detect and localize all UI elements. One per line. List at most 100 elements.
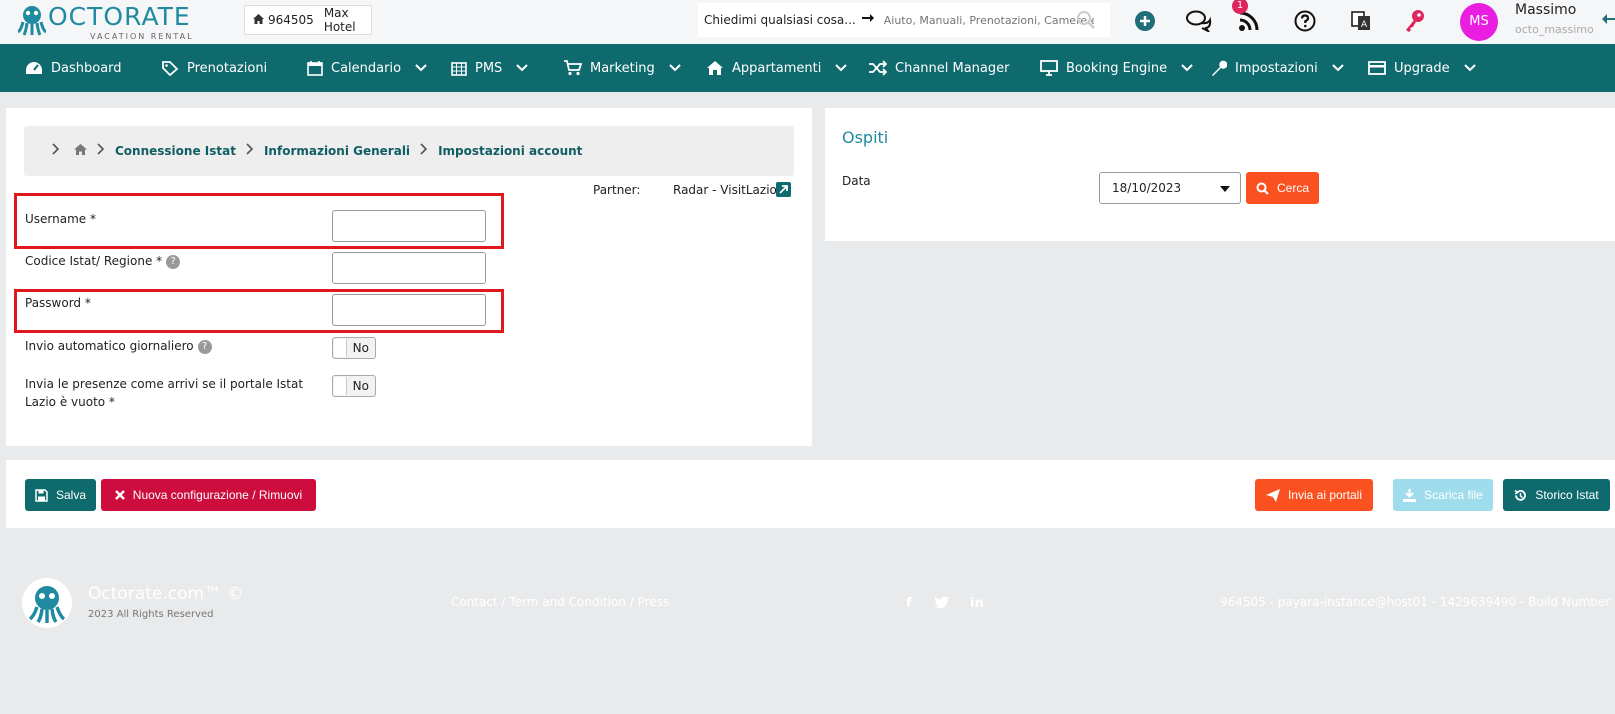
external-link-icon[interactable] [776, 182, 791, 201]
invia-presenze-toggle[interactable]: No [332, 375, 376, 397]
arrow-right-icon [861, 12, 874, 28]
footer-build-info: 964505 - payara-instance@host01 - 142963… [1220, 595, 1615, 609]
chevron-down-icon [835, 64, 848, 72]
tag-icon [162, 61, 179, 76]
send-icon [1265, 488, 1280, 502]
nuova-configurazione-label: Nuova configurazione / Rimuovi [132, 488, 303, 502]
breadcrumb-impostazioni-account[interactable]: Impostazioni account [438, 144, 582, 158]
date-select[interactable]: 18/10/2023 [1099, 172, 1241, 204]
username-label: Username * [25, 212, 96, 226]
footer-rights: 2023 All Rights Reserved [88, 609, 214, 620]
desktop-icon [1040, 60, 1058, 76]
breadcrumb: Connessione Istat Informazioni Generali … [24, 126, 794, 176]
caret-down-icon [1220, 186, 1230, 192]
nav-prenotazioni[interactable]: Prenotazioni [161, 44, 267, 92]
nav-label: Dashboard [51, 60, 122, 76]
chevron-down-icon [1181, 64, 1193, 72]
add-circle-icon[interactable] [1132, 8, 1158, 34]
cart-icon [564, 60, 582, 76]
nav-upgrade[interactable]: Upgrade [1368, 44, 1476, 92]
main-nav: Dashboard Prenotazioni Calendario PMS Ma… [0, 44, 1615, 92]
username-input[interactable] [332, 210, 486, 242]
cerca-button[interactable]: Cerca [1246, 172, 1319, 204]
question-icon[interactable]: ? [166, 254, 181, 269]
home-icon [253, 13, 264, 27]
nav-appartamenti[interactable]: Appartamenti [706, 44, 848, 92]
question-icon[interactable]: ? [197, 339, 212, 354]
facebook-icon[interactable]: f [906, 596, 912, 611]
nav-label: Impostazioni [1235, 60, 1318, 76]
key-icon[interactable] [1402, 8, 1428, 34]
chevron-down-icon [516, 64, 529, 72]
scarica-file-button[interactable]: Scarica file [1393, 479, 1493, 511]
home-icon [707, 61, 723, 75]
nav-pms[interactable]: PMS [451, 44, 529, 92]
footer-links[interactable]: Contact / Term and Condition / Press [451, 595, 669, 609]
invio-automatico-toggle[interactable]: No [332, 337, 376, 359]
partner-label: Partner: [593, 183, 641, 197]
chevron-right-icon [52, 143, 60, 159]
search-label: Chiedimi qualsiasi cosa... [704, 13, 856, 27]
octopus-logo-icon [28, 586, 66, 624]
calendar-grid-icon [451, 62, 467, 76]
salva-button[interactable]: Salva [25, 479, 96, 511]
breadcrumb-connessione-istat[interactable]: Connessione Istat [115, 144, 236, 158]
nav-label: Appartamenti [732, 60, 822, 76]
nav-channel-manager[interactable]: Channel Manager [869, 44, 1010, 92]
search-input[interactable] [883, 13, 1094, 27]
cerca-label: Cerca [1276, 181, 1309, 195]
salva-label: Salva [55, 488, 87, 502]
nav-label: Prenotazioni [187, 60, 268, 76]
scarica-file-label: Scarica file [1424, 488, 1483, 502]
logo-subtitle: VACATION RENTAL [90, 32, 194, 41]
nav-marketing[interactable]: Marketing [564, 44, 681, 92]
chevron-right-icon [97, 143, 105, 159]
storico-istat-label: Storico Istat [1535, 488, 1599, 502]
global-search: Chiedimi qualsiasi cosa... [698, 3, 1110, 37]
nav-booking-engine[interactable]: Booking Engine [1040, 44, 1193, 92]
calendar-icon [307, 61, 323, 76]
chat-icon[interactable] [1186, 8, 1212, 34]
user-name[interactable]: Massimo [1515, 2, 1576, 18]
nav-label: PMS [475, 60, 503, 76]
search-icon [1256, 182, 1269, 195]
chevron-down-icon [1332, 64, 1344, 72]
avatar[interactable]: MS [1460, 3, 1498, 41]
hotel-selector[interactable]: 964505 Max Hotel [244, 5, 372, 35]
octorate-logo[interactable]: OCTORATE VACATION RENTAL [18, 2, 198, 42]
nuova-configurazione-button[interactable]: Nuova configurazione / Rimuovi [101, 479, 316, 511]
chevron-down-icon [1463, 64, 1476, 72]
logo-text: OCTORATE [48, 2, 191, 31]
octopus-logo-icon [18, 6, 46, 36]
chevron-right-icon [420, 143, 428, 159]
linkedin-icon[interactable]: in [970, 596, 984, 611]
password-input[interactable] [332, 294, 486, 326]
chevron-right-icon [246, 143, 254, 159]
nav-impostazioni[interactable]: Impostazioni [1211, 44, 1344, 92]
shuffle-icon [869, 60, 887, 76]
breadcrumb-informazioni-generali[interactable]: Informazioni Generali [264, 144, 410, 158]
codice-istat-input[interactable] [332, 252, 486, 284]
invio-automatico-label: Invio automatico giornaliero? [25, 339, 212, 354]
nav-dashboard[interactable]: Dashboard [25, 44, 122, 92]
partner-value: Radar - VisitLazio [673, 183, 777, 197]
footer-logo [22, 578, 72, 628]
close-icon [114, 490, 125, 500]
nav-label: Upgrade [1394, 60, 1450, 76]
top-bar: OCTORATE VACATION RENTAL 964505 Max Hote… [0, 0, 1615, 44]
help-icon[interactable] [1292, 8, 1318, 34]
search-icon[interactable] [1076, 10, 1096, 34]
twitter-icon[interactable] [934, 596, 949, 612]
chevron-down-icon [669, 64, 681, 72]
user-login: octo_massimo [1515, 23, 1594, 36]
back-arrow-icon[interactable] [1602, 12, 1615, 30]
floppy-disk-icon [35, 488, 48, 502]
wrench-icon [1212, 60, 1227, 76]
breadcrumb-home-icon[interactable] [74, 143, 87, 159]
translate-icon[interactable]: A [1348, 8, 1374, 34]
date-value: 18/10/2023 [1112, 181, 1182, 195]
ospiti-title: Ospiti [842, 128, 889, 147]
nav-calendario[interactable]: Calendario [307, 44, 427, 92]
storico-istat-button[interactable]: Storico Istat [1503, 479, 1610, 511]
invia-portali-button[interactable]: Invia ai portali [1255, 479, 1373, 511]
